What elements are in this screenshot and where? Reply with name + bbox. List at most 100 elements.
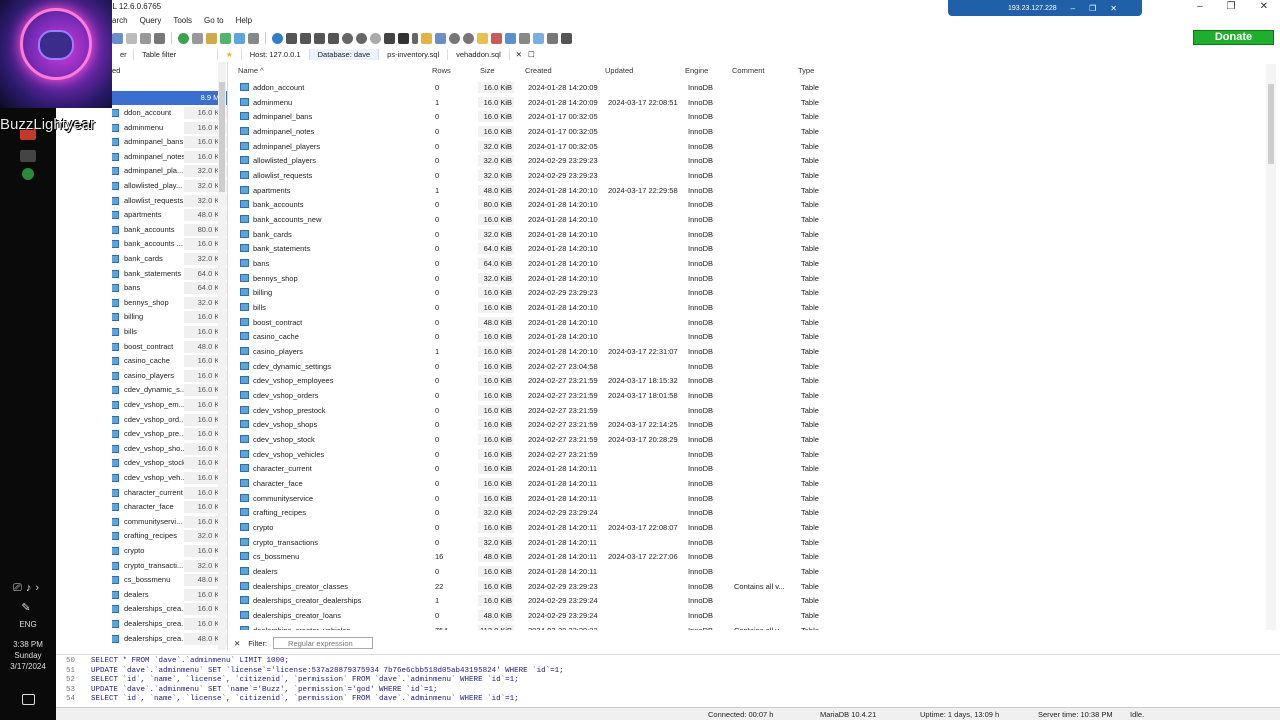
table-row[interactable]: character_face 0 16.0 KiB 2024-01-28 14:20:…	[234, 476, 834, 491]
table-row[interactable]: cs_bossmenu 16 48.0 KiB 2024-01-28 14:20:11…	[234, 549, 834, 564]
eraser-icon[interactable]	[491, 32, 502, 44]
zoom-icon[interactable]	[449, 32, 460, 44]
execute-icon[interactable]	[398, 32, 409, 44]
table-row[interactable]: addon_account 0 16.0 KiB 2024-01-28 14:20:0…	[234, 80, 834, 95]
tree-item[interactable]: crafting_recipes 32.0 KiB	[112, 529, 227, 543]
col-header-rows[interactable]: Rows	[428, 64, 451, 78]
tree-item[interactable]: character_face 16.0 KiB	[112, 500, 227, 514]
tree-item[interactable]: cdev_vshop_pre... 16.0 KiB	[112, 427, 227, 441]
tree-item[interactable]: cdev_vshop_stock 16.0 KiB	[112, 456, 227, 470]
tree-item[interactable]: dealerships_crea... 16.0 KiB	[112, 602, 227, 616]
table-row[interactable]: dealerships_creator_loans 0 48.0 KiB 2024-0…	[234, 608, 834, 623]
connect-icon[interactable]	[192, 32, 203, 44]
star-icon[interactable]: ★	[218, 48, 242, 60]
help-icon[interactable]	[272, 32, 283, 44]
table-row[interactable]: adminpanel_players 0 32.0 KiB 2024-01-17 00…	[234, 139, 834, 154]
tree-item[interactable]: cdev_vshop_veh... 16.0 KiB	[112, 471, 227, 485]
link-icon[interactable]	[533, 32, 544, 44]
wrap-icon[interactable]	[519, 32, 530, 44]
undo-icon[interactable]	[140, 32, 151, 44]
tree-scrollbar[interactable]	[218, 62, 226, 650]
menu-query[interactable]: Query	[140, 16, 162, 25]
tree-item[interactable]: dealerships_crea... 48.0 KiB	[112, 632, 227, 646]
table-row[interactable]: communityservice 0 16.0 KiB 2024-01-28 14:2…	[234, 491, 834, 506]
table-row[interactable]: allowlist_requests 0 32.0 KiB 2024-02-29 23…	[234, 168, 834, 183]
open-folder-icon[interactable]	[421, 32, 432, 44]
tab-ps-inventory[interactable]: ps-inventory.sql	[379, 48, 449, 60]
table-row[interactable]: bills 0 16.0 KiB 2024-01-28 14:20:10 InnoDB T…	[234, 300, 834, 315]
table-row[interactable]: bennys_shop 0 32.0 KiB 2024-01-28 14:20:10 I…	[234, 271, 834, 286]
tab-vehaddon[interactable]: vehaddon.sql	[448, 48, 510, 60]
table-row[interactable]: adminpanel_bans 0 16.0 KiB 2024-01-17 00:32…	[234, 109, 834, 124]
execute-dropdown-icon[interactable]	[412, 32, 418, 44]
disconnect-icon[interactable]	[561, 32, 572, 44]
save-sql-icon[interactable]	[435, 32, 446, 44]
table-row[interactable]: bank_accounts_new 0 16.0 KiB 2024-01-28 14:…	[234, 212, 834, 227]
clock[interactable]: 3:38 PM Sunday 3/17/2024	[0, 639, 56, 672]
table-row[interactable]: cdev_vshop_orders 0 16.0 KiB 2024-02-27 23:…	[234, 388, 834, 403]
table-row[interactable]: allowlisted_players 0 32.0 KiB 2024-02-29 2…	[234, 153, 834, 168]
table-icon[interactable]	[234, 32, 245, 44]
table-row[interactable]: adminpanel_notes 0 16.0 KiB 2024-01-17 00:3…	[234, 124, 834, 139]
tree-item[interactable]: bennys_shop 32.0 KiB	[112, 296, 227, 310]
tree-item[interactable]: allowlisted_play... 32.0 KiB	[112, 179, 227, 193]
new-tab-icon[interactable]: ☐	[528, 50, 535, 59]
filter-input[interactable]	[273, 637, 374, 649]
grid-scrollbar[interactable]	[1266, 64, 1276, 630]
notification-icon[interactable]	[22, 694, 35, 705]
cancel-icon[interactable]	[384, 32, 395, 44]
tree-item[interactable]: casino_players 16.0 KiB	[112, 369, 227, 383]
tree-item[interactable]: adminpanel_pla... 32.0 KiB	[112, 164, 227, 178]
copy-icon[interactable]	[126, 32, 137, 44]
highlight-icon[interactable]	[477, 32, 488, 44]
col-header-engine[interactable]: Engine	[681, 64, 708, 78]
table-row[interactable]: cdev_vshop_shops 0 16.0 KiB 2024-02-27 23:2…	[234, 417, 834, 432]
first-icon[interactable]	[286, 32, 297, 44]
binary-icon[interactable]	[505, 32, 516, 44]
save-icon[interactable]	[112, 32, 123, 44]
tree-item[interactable]: crypto 16.0 KiB	[112, 544, 227, 558]
table-row[interactable]: cdev_vshop_vehicles 0 16.0 KiB 2024-02-27 2…	[234, 447, 834, 462]
minimize-button[interactable]: –	[1197, 1, 1203, 12]
tree-item[interactable]: character_current 16.0 KiB	[112, 486, 227, 500]
table-row[interactable]: cdev_vshop_stock 0 16.0 KiB 2024-02-27 23:2…	[234, 432, 834, 447]
tree-item[interactable]: casino_cache 16.0 KiB	[112, 354, 227, 368]
tree-item[interactable]: bank_accounts ... 16.0 KiB	[112, 237, 227, 251]
insert-row-icon[interactable]	[342, 32, 353, 44]
tree-item[interactable]: apartments 48.0 KiB	[112, 208, 227, 222]
table-row[interactable]: bank_accounts 0 80.0 KiB 2024-01-28 14:20:1…	[234, 197, 834, 212]
tree-root[interactable]: ed	[112, 64, 227, 78]
tree-item[interactable]: dealerships_crea... 16.0 KiB	[112, 617, 227, 631]
prev-icon[interactable]	[300, 32, 311, 44]
tree-item[interactable]: ddon_account 16.0 KiB	[112, 106, 227, 120]
col-header-type[interactable]: Type	[794, 64, 814, 78]
table-row[interactable]: boost_contract 0 48.0 KiB 2024-01-28 14:20:…	[234, 315, 834, 330]
table-row[interactable]: character_current 0 16.0 KiB 2024-01-28 14:…	[234, 461, 834, 476]
tray-icons[interactable]: ⎚♪›	[0, 582, 56, 595]
close-button[interactable]: ✕	[1260, 1, 1268, 12]
tree-item[interactable]: allowlist_requests 32.0 KiB	[112, 194, 227, 208]
table-row[interactable]: bank_statements 0 64.0 KiB 2024-01-28 14:20…	[234, 241, 834, 256]
table-row[interactable]: cdev_dynamic_settings 0 16.0 KiB 2024-02-27…	[234, 359, 834, 374]
remote-close-button[interactable]: ✕	[1110, 4, 1117, 13]
tree-item[interactable]: bank_statements 64.0 KiB	[112, 267, 227, 281]
tree-item[interactable]: bank_cards 32.0 KiB	[112, 252, 227, 266]
find-icon[interactable]	[463, 32, 474, 44]
app-icon-green[interactable]	[22, 168, 34, 180]
filter-close-icon[interactable]: ✕	[234, 639, 240, 648]
remote-restore-button[interactable]: ❐	[1089, 4, 1096, 13]
menu-goto[interactable]: Go to	[204, 16, 224, 25]
tree-item[interactable]: cs_bossmenu 48.0 KiB	[112, 573, 227, 587]
tree-item[interactable]: cdev_dynamic_s... 16.0 KiB	[112, 383, 227, 397]
post-icon[interactable]	[370, 32, 381, 44]
last-icon[interactable]	[328, 32, 339, 44]
tree-item[interactable]: crypto_transacti... 32.0 KiB	[112, 559, 227, 573]
col-header-comment[interactable]: Comment	[728, 64, 765, 78]
tree-item[interactable]: adminmenu 16.0 KiB	[112, 121, 227, 135]
tree-item[interactable]: bank_accounts 80.0 KiB	[112, 223, 227, 237]
print-icon[interactable]	[154, 32, 165, 44]
tree-item[interactable]: cdev_vshop_ord... 16.0 KiB	[112, 413, 227, 427]
process-icon[interactable]	[248, 32, 259, 44]
donate-button[interactable]: Donate	[1193, 30, 1274, 45]
tree-item[interactable]: billing 16.0 KiB	[112, 310, 227, 324]
